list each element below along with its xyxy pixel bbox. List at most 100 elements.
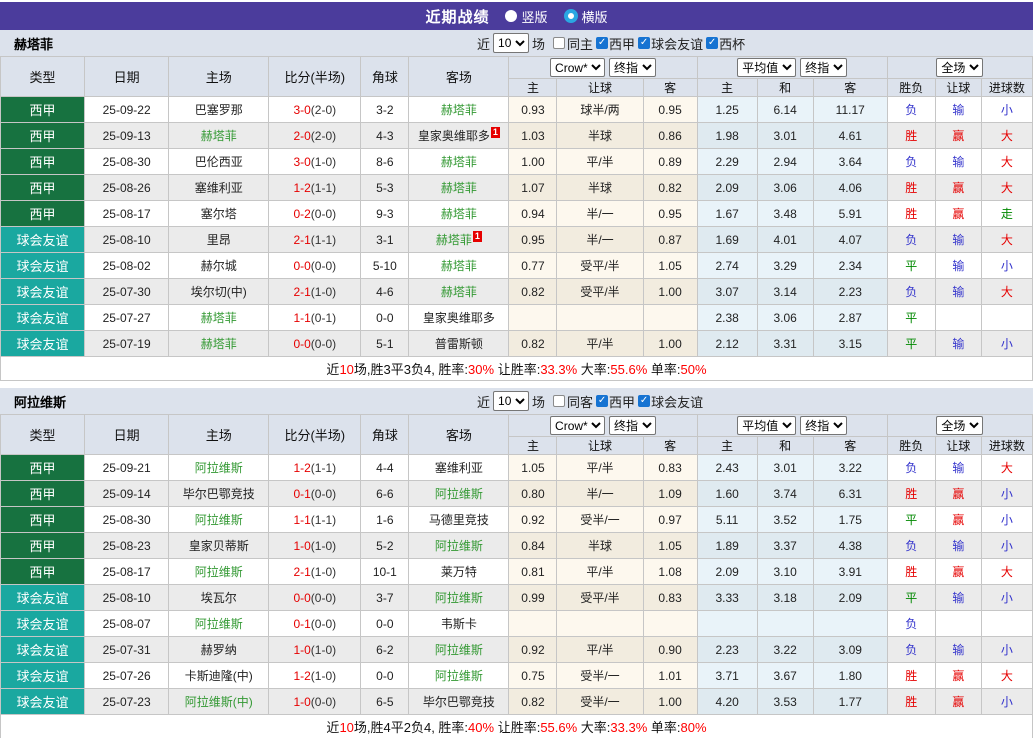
away-team: 毕尔巴鄂竞技 xyxy=(423,695,495,709)
outcome-cell: 平 xyxy=(887,331,935,357)
corner-cell: 5-1 xyxy=(361,331,409,357)
league-checkbox[interactable]: ✓ xyxy=(706,37,718,49)
odds-cell: 1.05 xyxy=(643,253,697,279)
home-team: 巴伦西亚 xyxy=(195,155,243,169)
full-score: 0-0 xyxy=(293,259,310,273)
score-cell: 0-0(0-0) xyxy=(269,331,361,357)
avg-source-select[interactable]: 平均值 xyxy=(737,58,796,77)
avg-cell: 3.91 xyxy=(813,559,887,585)
horizontal-layout-label[interactable]: 横版 xyxy=(582,7,608,26)
recent-count-select[interactable]: 10 xyxy=(493,391,529,411)
half-score: (1-1) xyxy=(311,181,336,195)
summary-stat: 55.6% xyxy=(610,362,647,377)
home-team: 阿拉维斯 xyxy=(195,461,243,475)
avg-stage-select[interactable]: 终指 xyxy=(800,416,847,435)
type-cell: 西甲 xyxy=(1,201,85,227)
corner-cell: 8-6 xyxy=(361,149,409,175)
same-venue-checkbox[interactable] xyxy=(553,37,565,49)
home-team: 阿拉维斯 xyxy=(195,617,243,631)
home-team-cell: 阿拉维斯 xyxy=(169,507,269,533)
scope-select[interactable]: 全场 xyxy=(936,58,983,77)
league-checkbox[interactable]: ✓ xyxy=(596,395,608,407)
avg-group-header: 平均值终指 xyxy=(697,57,887,79)
horizontal-layout-radio[interactable] xyxy=(564,9,578,23)
corner-cell: 3-2 xyxy=(361,97,409,123)
avg-cell: 3.33 xyxy=(697,585,757,611)
odds-cell xyxy=(557,305,643,331)
handicap-result-cell: 赢 xyxy=(935,559,981,585)
odds-cell: 平/半 xyxy=(557,559,643,585)
match-row: 球会友谊25-07-23阿拉维斯(中)1-0(0-0)6-5毕尔巴鄂竞技0.82… xyxy=(1,689,1033,715)
handicap-result-cell: 输 xyxy=(935,637,981,663)
title-bar: 近期战绩 竖版 横版 xyxy=(0,2,1033,30)
odds-cell: 0.82 xyxy=(509,331,557,357)
summary-text: 让胜率: xyxy=(494,362,540,377)
avg-stage-select[interactable]: 终指 xyxy=(800,58,847,77)
scope-select[interactable]: 全场 xyxy=(936,416,983,435)
half-score: (0-0) xyxy=(311,617,336,631)
odds-home-header: 主 xyxy=(509,79,557,97)
avg-home-header: 主 xyxy=(697,79,757,97)
match-row: 西甲25-09-21阿拉维斯1-2(1-1)4-4塞维利亚1.05平/半0.83… xyxy=(1,455,1033,481)
type-cell: 西甲 xyxy=(1,123,85,149)
filter-controls: 近10场同客✓西甲✓球会友谊 xyxy=(477,388,703,414)
goals-cell: 小 xyxy=(981,253,1032,279)
type-cell: 球会友谊 xyxy=(1,637,85,663)
score-cell: 0-0(0-0) xyxy=(269,585,361,611)
avg-cell xyxy=(757,611,813,637)
full-score: 0-1 xyxy=(293,617,310,631)
goals-cell: 小 xyxy=(981,97,1032,123)
home-team-cell: 毕尔巴鄂竞技 xyxy=(169,481,269,507)
odds-stage-select[interactable]: 终指 xyxy=(609,416,656,435)
league-checkbox[interactable]: ✓ xyxy=(596,37,608,49)
date-cell: 25-08-17 xyxy=(85,201,169,227)
half-score: (1-0) xyxy=(311,669,336,683)
avg-cell: 2.12 xyxy=(697,331,757,357)
full-score: 1-2 xyxy=(293,181,310,195)
home-team-cell: 里昂 xyxy=(169,227,269,253)
date-cell: 25-08-26 xyxy=(85,175,169,201)
match-row: 西甲25-08-26塞维利亚1-2(1-1)5-3赫塔菲1.07半球0.822.… xyxy=(1,175,1033,201)
odds-cell: 0.89 xyxy=(643,149,697,175)
vertical-layout-radio[interactable] xyxy=(505,10,517,22)
recent-count-select[interactable]: 10 xyxy=(493,33,529,53)
avg-cell: 1.75 xyxy=(813,507,887,533)
vertical-layout-label[interactable]: 竖版 xyxy=(521,7,547,26)
match-row: 西甲25-08-30巴伦西亚3-0(1-0)8-6赫塔菲1.00平/半0.892… xyxy=(1,149,1033,175)
full-score: 2-1 xyxy=(293,233,310,247)
away-team: 莱万特 xyxy=(441,565,477,579)
odds-cell: 0.97 xyxy=(643,507,697,533)
table-head: 类型日期主场比分(半场)角球客场Crow*终指平均值终指全场主让球客主和客胜负让… xyxy=(1,57,1033,97)
avg-away-header: 客 xyxy=(813,437,887,455)
odds-cell: 0.86 xyxy=(643,123,697,149)
league-checkbox[interactable]: ✓ xyxy=(638,37,650,49)
match-row: 球会友谊25-08-07阿拉维斯0-1(0-0)0-0韦斯卡负 xyxy=(1,611,1033,637)
page: 近期战绩 竖版 横版 赫塔菲近10场同主✓西甲✓球会友谊✓西杯类型日期主场比分(… xyxy=(0,0,1033,738)
avg-cell: 2.09 xyxy=(697,559,757,585)
avg-cell: 3.15 xyxy=(813,331,887,357)
score-header: 比分(半场) xyxy=(269,57,361,97)
half-score: (0-1) xyxy=(311,311,336,325)
type-cell: 西甲 xyxy=(1,175,85,201)
avg-source-select[interactable]: 平均值 xyxy=(737,416,796,435)
odds-source-select[interactable]: Crow* xyxy=(550,58,605,77)
odds-source-select[interactable]: Crow* xyxy=(550,416,605,435)
league-checkbox[interactable]: ✓ xyxy=(638,395,650,407)
home-team: 埃尔切(中) xyxy=(191,285,247,299)
avg-cell: 4.20 xyxy=(697,689,757,715)
outcome-cell: 平 xyxy=(887,253,935,279)
odds-cell: 0.77 xyxy=(509,253,557,279)
summary-text: 单率: xyxy=(647,720,680,735)
same-venue-checkbox[interactable] xyxy=(553,395,565,407)
score-cell: 1-2(1-0) xyxy=(269,663,361,689)
outcome-cell: 负 xyxy=(887,637,935,663)
goals-cell: 大 xyxy=(981,279,1032,305)
odds-cell: 受半/一 xyxy=(557,689,643,715)
score-cell: 1-1(0-1) xyxy=(269,305,361,331)
full-score: 1-0 xyxy=(293,539,310,553)
home-team: 皇家贝蒂斯 xyxy=(189,539,249,553)
odds-stage-select[interactable]: 终指 xyxy=(609,58,656,77)
league-label: 球会友谊 xyxy=(651,34,703,53)
away-team: 赫塔菲 xyxy=(436,233,472,247)
match-row: 球会友谊25-07-30埃尔切(中)2-1(1-0)4-6赫塔菲0.82受平/半… xyxy=(1,279,1033,305)
